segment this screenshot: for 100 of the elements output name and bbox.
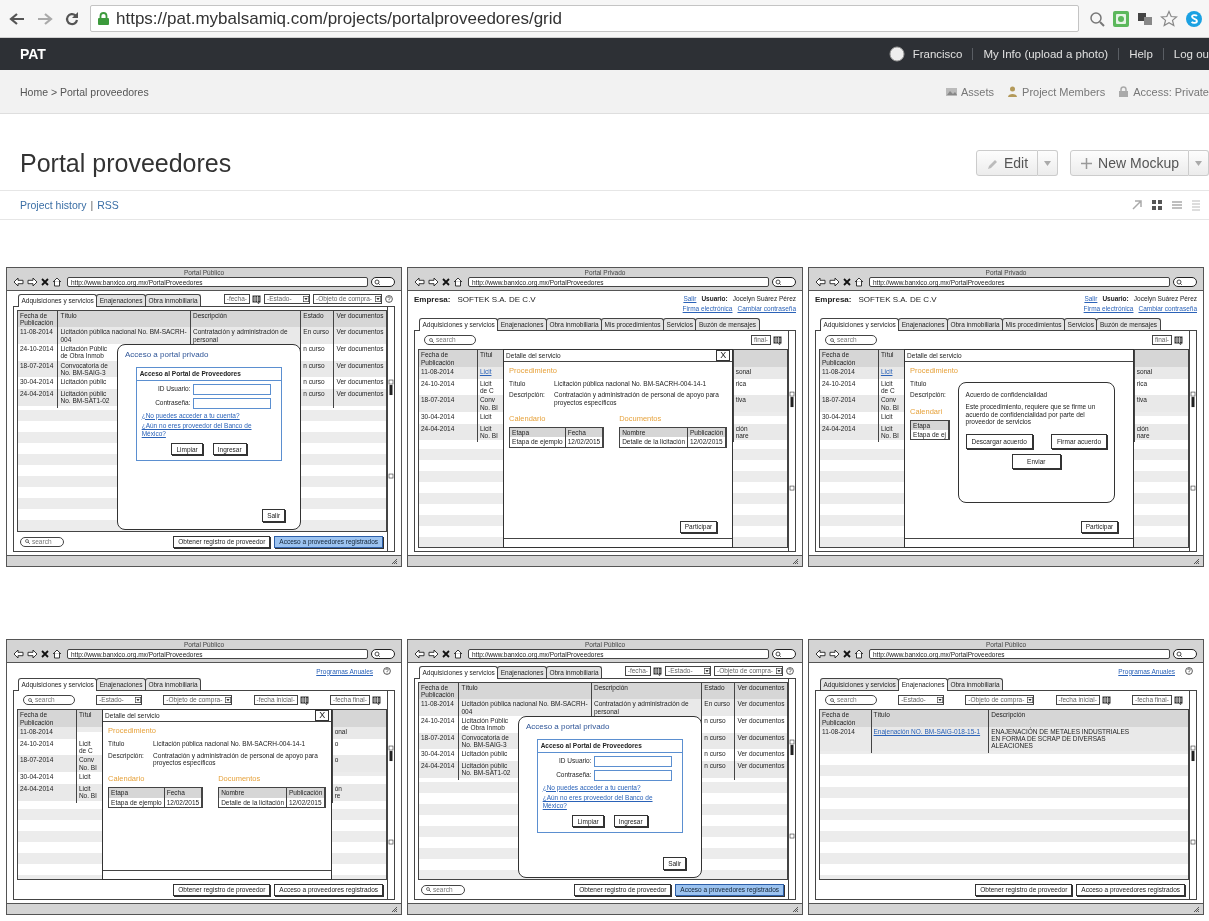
resize-grip-icon[interactable] xyxy=(792,906,799,912)
user-name[interactable]: Francisco xyxy=(904,48,973,60)
column-header xyxy=(332,710,386,727)
plus-icon xyxy=(1080,156,1094,170)
company-name: SOFTEK S.A. DE C.V xyxy=(457,295,536,305)
company-label: Empresa: xyxy=(815,295,852,305)
column-header xyxy=(733,350,787,367)
caret-icon xyxy=(135,697,142,704)
calendar-icon[interactable] xyxy=(773,335,782,345)
avatar-icon xyxy=(888,46,905,62)
zoom-icon[interactable] xyxy=(1089,10,1105,27)
home-icon[interactable] xyxy=(52,277,62,288)
lock-icon xyxy=(97,11,110,26)
history-link[interactable]: Project history xyxy=(20,199,87,211)
back-icon[interactable] xyxy=(815,649,826,660)
forward-icon[interactable] xyxy=(829,277,840,288)
project-link[interactable]: Access: Private xyxy=(1133,85,1209,98)
home-icon[interactable] xyxy=(854,649,864,660)
scrollbar[interactable] xyxy=(788,678,795,899)
scrollbar[interactable] xyxy=(387,690,394,899)
close-icon[interactable] xyxy=(41,650,49,659)
help-icon[interactable] xyxy=(385,295,393,304)
nav-link[interactable]: Log ou xyxy=(1162,48,1209,60)
new-mockup-button[interactable]: New Mockup xyxy=(1070,150,1189,176)
company-name: SOFTEK S.A. DE C.V xyxy=(858,295,937,305)
close-icon[interactable] xyxy=(41,278,49,287)
forward-icon[interactable] xyxy=(27,277,38,288)
reload-icon[interactable] xyxy=(64,10,80,27)
project-link[interactable]: Project Members xyxy=(1022,85,1106,98)
search-field[interactable] xyxy=(371,649,395,660)
home-icon[interactable] xyxy=(854,277,864,288)
help-icon[interactable] xyxy=(786,667,794,676)
search-icon xyxy=(830,337,835,343)
scrollbar[interactable] xyxy=(387,306,394,551)
nav-link[interactable]: My Info (upload a photo) xyxy=(972,48,1119,60)
input-field[interactable] xyxy=(593,755,673,767)
forward-icon[interactable] xyxy=(829,649,840,660)
caret-icon xyxy=(776,668,782,675)
caret-icon xyxy=(704,668,710,675)
home-icon[interactable] xyxy=(453,277,463,288)
home-icon[interactable] xyxy=(52,649,62,660)
column-header xyxy=(1134,350,1188,367)
resize-grip-icon[interactable] xyxy=(391,558,398,564)
calendar-icon[interactable] xyxy=(653,666,662,676)
home-icon[interactable] xyxy=(453,649,463,660)
scrollbar[interactable] xyxy=(1189,690,1196,899)
extension-icon[interactable] xyxy=(1185,9,1203,28)
calendar-icon[interactable] xyxy=(1174,335,1183,345)
input-field[interactable] xyxy=(593,769,673,781)
resize-grip-icon[interactable] xyxy=(1193,558,1200,564)
scrollbar[interactable] xyxy=(1189,330,1196,551)
input-field[interactable] xyxy=(192,397,272,409)
search-field[interactable] xyxy=(1173,277,1197,288)
back-icon[interactable] xyxy=(13,277,24,288)
search-field[interactable] xyxy=(772,649,796,660)
scrollbar[interactable] xyxy=(788,330,795,551)
help-icon[interactable] xyxy=(383,667,391,676)
back-icon[interactable] xyxy=(414,649,425,660)
forward-icon[interactable] xyxy=(27,649,38,660)
calendar-icon[interactable] xyxy=(252,294,261,304)
caret-icon xyxy=(1195,160,1202,166)
close-icon[interactable] xyxy=(442,278,450,287)
search-field[interactable] xyxy=(772,277,796,288)
search-field[interactable] xyxy=(371,277,395,288)
close-icon[interactable] xyxy=(843,278,851,287)
close-button[interactable]: X xyxy=(716,350,731,362)
edit-button[interactable]: Edit xyxy=(975,150,1039,176)
resize-grip-icon[interactable] xyxy=(792,558,799,564)
back-icon[interactable] xyxy=(13,649,24,660)
close-icon[interactable] xyxy=(442,650,450,659)
history-link[interactable]: RSS xyxy=(97,199,119,211)
lock-icon xyxy=(1117,85,1131,98)
calendar-icon[interactable] xyxy=(1101,695,1111,705)
nav-link[interactable]: Help xyxy=(1118,48,1163,60)
address-bar[interactable]: https://pat.mybalsamiq.com/projects/portalproveedores/grid xyxy=(90,5,1079,32)
close-button[interactable]: X xyxy=(315,710,330,722)
calendar-icon[interactable] xyxy=(299,695,309,705)
input-field[interactable] xyxy=(192,383,272,395)
project-link[interactable]: Assets xyxy=(961,85,995,98)
back-icon[interactable] xyxy=(815,277,826,288)
back-icon[interactable] xyxy=(414,277,425,288)
back-icon[interactable] xyxy=(8,10,26,27)
forward-icon[interactable] xyxy=(428,277,439,288)
squares-icon[interactable] xyxy=(1137,10,1153,27)
app-title: PAT xyxy=(20,46,46,62)
separator: | xyxy=(90,199,94,211)
grid-view-icon[interactable] xyxy=(1151,199,1163,211)
search-field[interactable] xyxy=(1173,649,1197,660)
breadcrumb[interactable]: Home > Portal proveedores xyxy=(20,85,149,98)
caret-icon xyxy=(1027,697,1034,704)
help-icon[interactable] xyxy=(1185,667,1193,676)
resize-grip-icon[interactable] xyxy=(391,906,398,912)
resize-grip-icon[interactable] xyxy=(1193,906,1200,912)
caret-icon xyxy=(937,697,944,704)
close-icon[interactable] xyxy=(843,650,851,659)
calendar-icon[interactable] xyxy=(371,695,381,705)
star-icon[interactable] xyxy=(1160,9,1178,28)
forward-icon[interactable] xyxy=(428,649,439,660)
search-icon xyxy=(25,539,30,545)
calendar-icon[interactable] xyxy=(1173,695,1183,705)
